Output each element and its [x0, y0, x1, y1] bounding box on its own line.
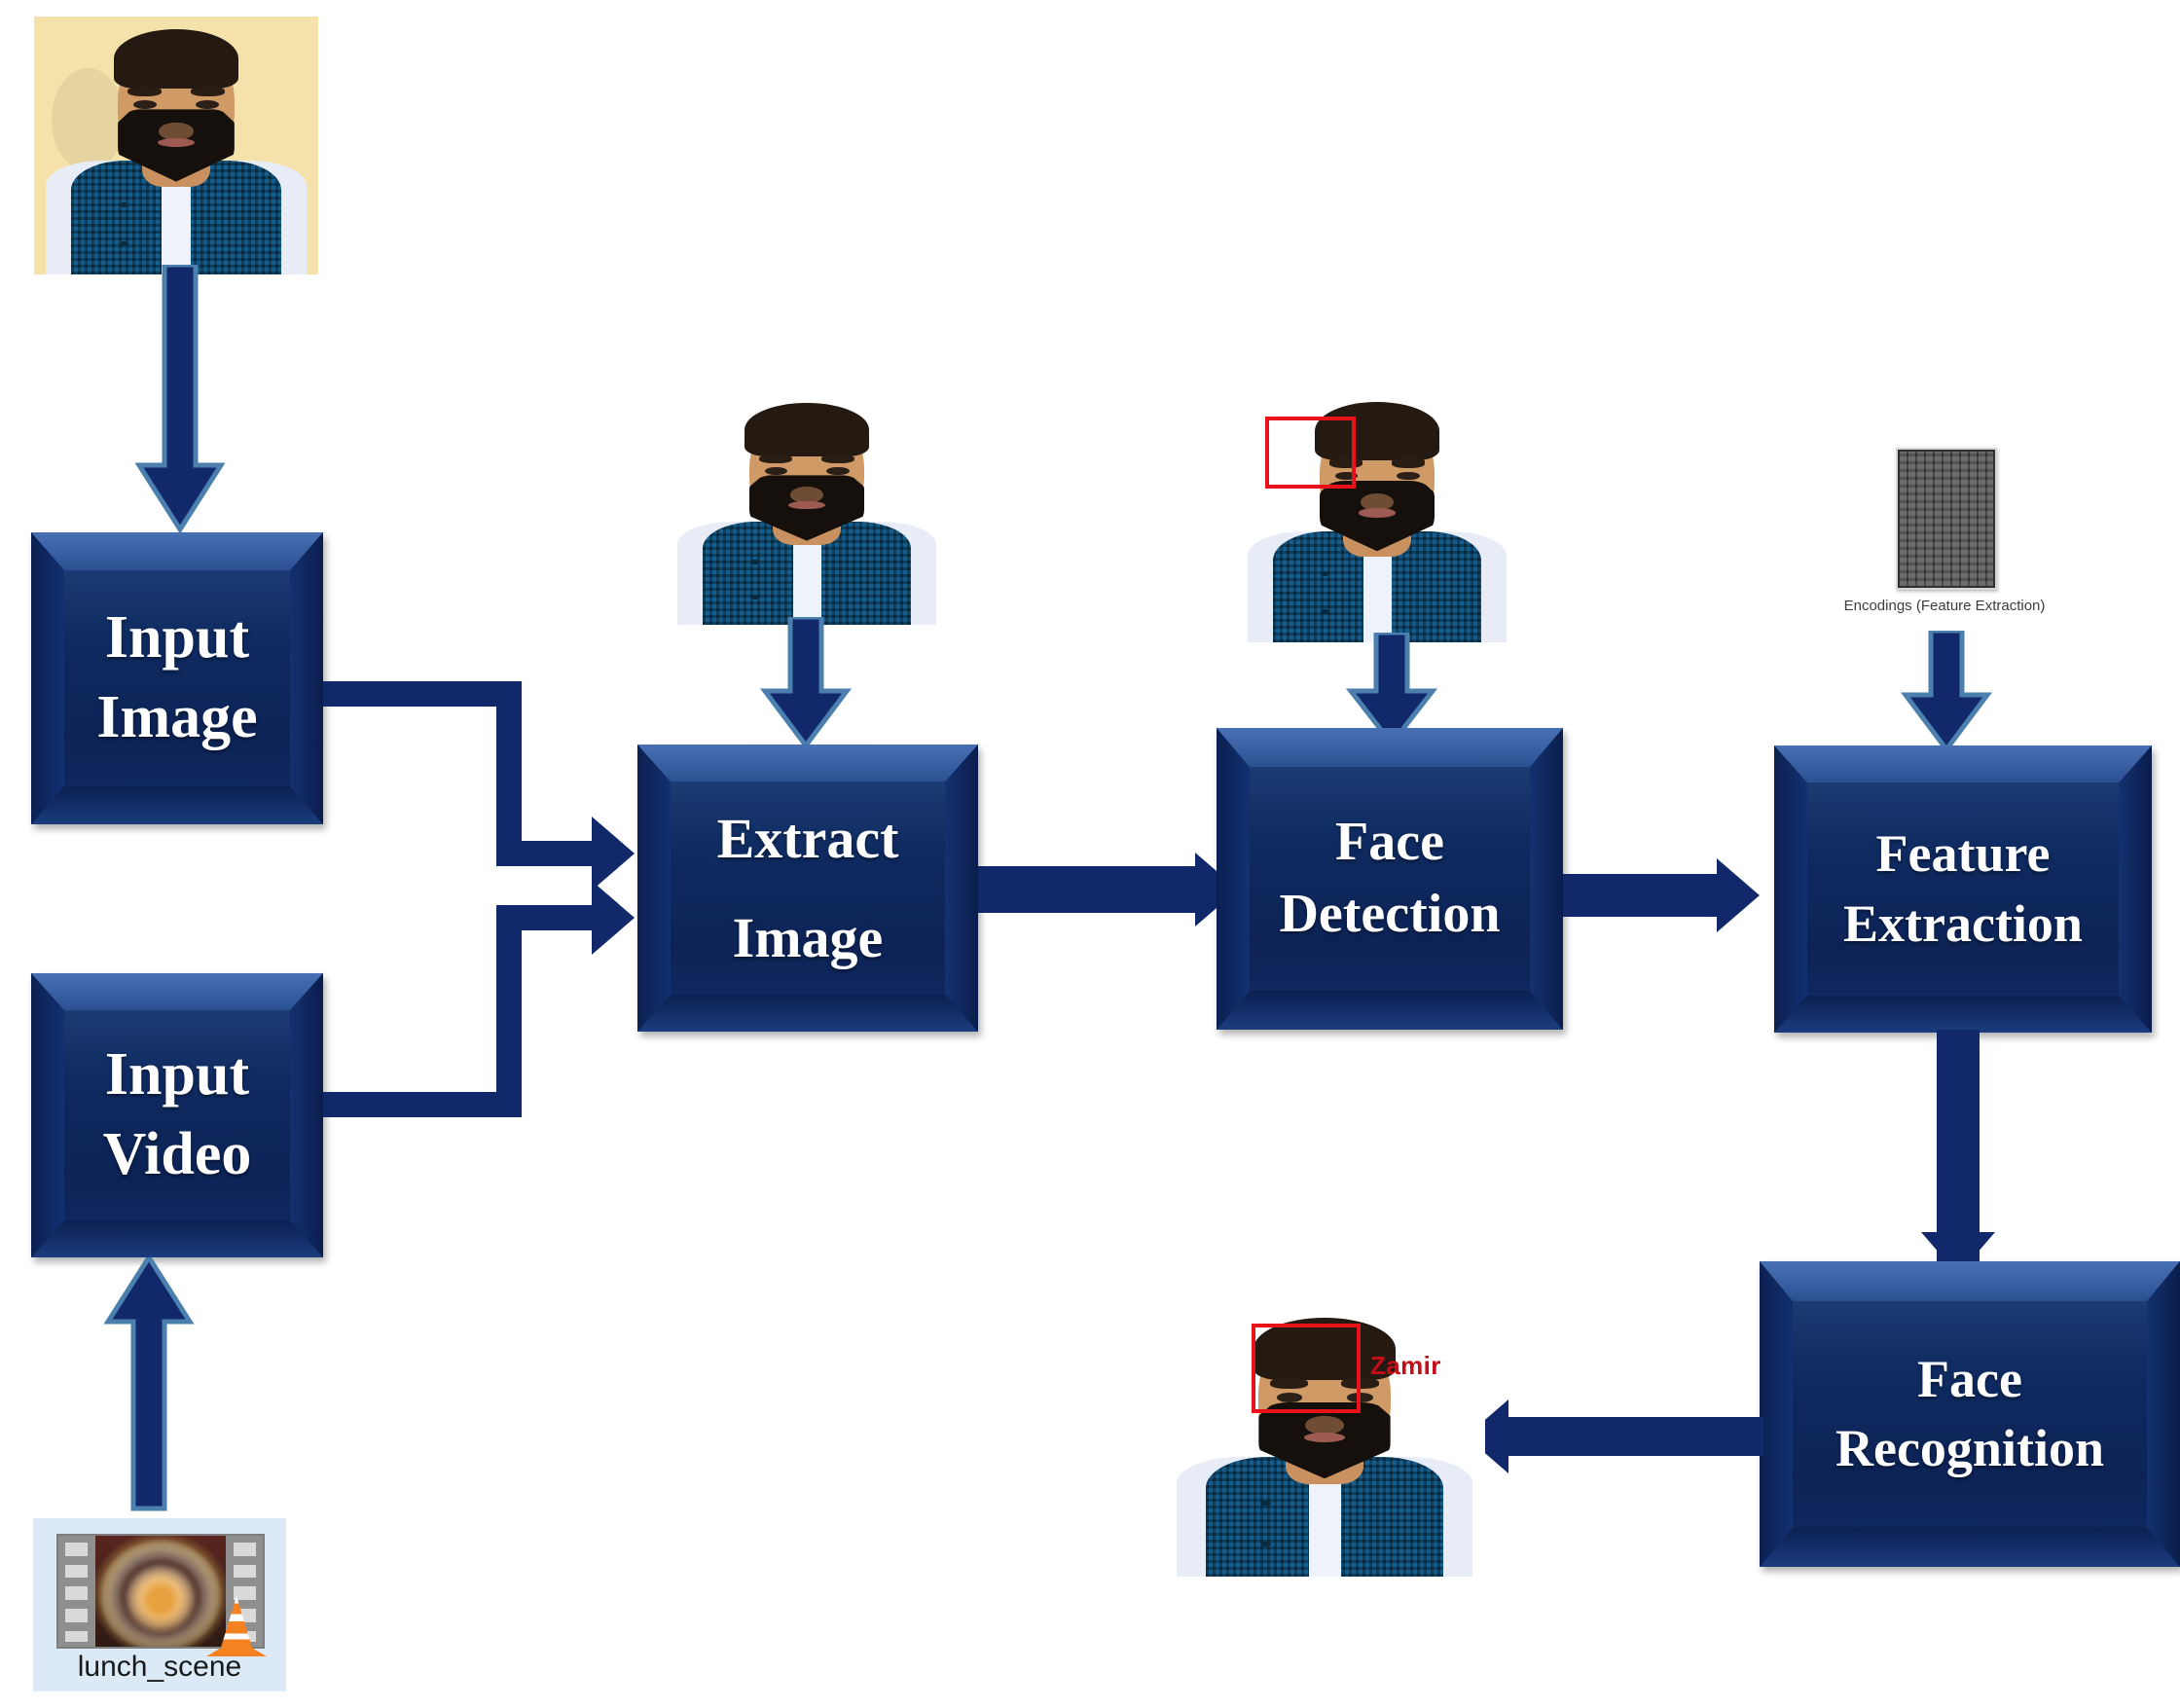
arrowhead-input-video-to-extract [592, 881, 635, 955]
arrow-input-photo-to-input-image [133, 265, 227, 537]
vlc-cone-icon [206, 1596, 267, 1656]
video-file-icon[interactable]: lunch_scene [33, 1518, 286, 1691]
extract-photo [666, 391, 948, 625]
box-feature-extraction[interactable]: Feature Extraction [1774, 745, 2152, 1033]
box-extract-image[interactable]: Extract Image [637, 745, 978, 1032]
box-extract-image-label-line1: Extract [716, 807, 899, 870]
connector-extract-to-detection [978, 866, 1198, 913]
arrow-extract-photo-to-extract-image [759, 617, 853, 751]
box-face-recognition[interactable]: Face Recognition [1760, 1261, 2180, 1567]
box-face-detection[interactable]: Face Detection [1217, 728, 1563, 1030]
recognition-photo: Zamir [1164, 1304, 1485, 1577]
connector-input-image-h1 [323, 681, 522, 707]
connector-input-video-h2 [496, 905, 596, 930]
portrait-graphic [666, 391, 948, 625]
face-bounding-box [1265, 417, 1356, 489]
box-face-recognition-label-line1: Face [1917, 1349, 2022, 1408]
box-input-image[interactable]: Input Image [31, 532, 323, 824]
detection-photo [1236, 389, 1518, 642]
connector-recognition-to-output [1508, 1417, 1763, 1456]
arrow-encodings-to-feature-extraction [1900, 631, 1993, 755]
box-input-image-label-line2: Image [96, 684, 258, 750]
box-face-detection-label-line2: Detection [1279, 884, 1501, 944]
box-input-video-label-line2: Video [102, 1121, 252, 1187]
connector-input-video-v [496, 905, 522, 1117]
box-input-image-label-line1: Input [104, 604, 250, 672]
box-face-recognition-label-line2: Recognition [1835, 1419, 2104, 1477]
encodings-caption: Encodings (Feature Extraction) [1843, 598, 2046, 614]
connector-input-image-v [496, 681, 522, 866]
connector-input-video-h1 [323, 1092, 522, 1117]
arrow-video-file-to-input-video [102, 1257, 196, 1512]
box-extract-image-label-line2: Image [732, 905, 884, 969]
connector-detection-to-feature [1563, 874, 1721, 917]
input-photo [34, 17, 318, 274]
recognized-name-label: Zamir [1370, 1351, 1441, 1380]
box-input-video[interactable]: Input Video [31, 973, 323, 1257]
encodings-matrix [1896, 448, 1997, 590]
face-bounding-box [1252, 1324, 1361, 1413]
portrait-graphic [34, 17, 318, 274]
arrowhead-detection-to-feature [1717, 858, 1760, 932]
arrowhead-input-image-to-extract [592, 817, 635, 890]
box-face-detection-label-line1: Face [1335, 812, 1444, 873]
box-input-video-label-line1: Input [104, 1041, 250, 1108]
box-feature-extraction-label-line1: Feature [1875, 824, 2051, 884]
diagram-canvas: Input Image Input Video lunch_scene Extr… [0, 0, 2180, 1708]
box-feature-extraction-label-line2: Extraction [1843, 893, 2083, 953]
connector-input-image-h2 [496, 841, 596, 866]
